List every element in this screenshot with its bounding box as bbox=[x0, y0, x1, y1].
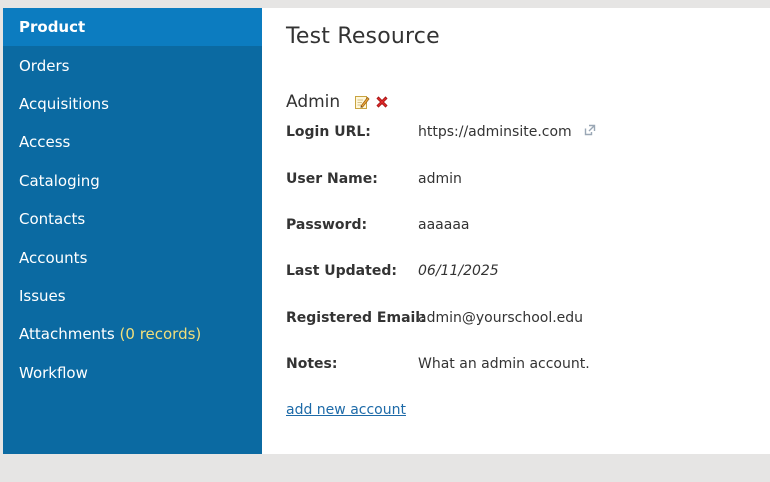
sidebar-item-label: Access bbox=[19, 133, 71, 151]
sidebar-item-attachments[interactable]: Attachments (0 records) bbox=[3, 315, 262, 353]
main-content: Test Resource Admin Login URL: https://a… bbox=[262, 8, 770, 454]
sidebar-item-contacts[interactable]: Contacts bbox=[3, 200, 262, 238]
app-frame: Product Orders Acquisitions Access Catal… bbox=[3, 8, 770, 454]
page-title: Test Resource bbox=[286, 24, 440, 49]
external-link-icon[interactable] bbox=[583, 122, 597, 136]
attachments-count-badge: (0 records) bbox=[119, 325, 202, 343]
password-label: Password: bbox=[286, 217, 368, 233]
sidebar-item-access[interactable]: Access bbox=[3, 123, 262, 161]
sidebar-item-label: Issues bbox=[19, 287, 66, 305]
notes-label: Notes: bbox=[286, 356, 338, 372]
sidebar-item-label: Accounts bbox=[19, 249, 88, 267]
delete-x-icon[interactable] bbox=[374, 94, 390, 110]
sidebar-item-acquisitions[interactable]: Acquisitions bbox=[3, 85, 262, 123]
login-url-value: https://adminsite.com bbox=[418, 124, 572, 140]
sidebar-item-orders[interactable]: Orders bbox=[3, 47, 262, 85]
account-section-header: Admin bbox=[286, 92, 390, 112]
last-updated-value: 06/11/2025 bbox=[418, 263, 499, 279]
user-name-value: admin bbox=[418, 171, 462, 187]
sidebar-item-label: Acquisitions bbox=[19, 95, 109, 113]
registered-email-value: admin@yourschool.edu bbox=[418, 310, 584, 326]
edit-pencil-icon[interactable] bbox=[354, 94, 370, 110]
sidebar-item-cataloging[interactable]: Cataloging bbox=[3, 162, 262, 200]
sidebar-item-product[interactable]: Product bbox=[3, 8, 262, 46]
sidebar-item-label: Orders bbox=[19, 57, 70, 75]
sidebar-item-issues[interactable]: Issues bbox=[3, 277, 262, 315]
user-name-label: User Name: bbox=[286, 171, 378, 187]
sidebar-nav: Product Orders Acquisitions Access Catal… bbox=[3, 8, 262, 454]
last-updated-label: Last Updated: bbox=[286, 263, 397, 279]
add-new-account-link[interactable]: add new account bbox=[286, 402, 406, 418]
sidebar-item-label: Attachments bbox=[19, 325, 115, 343]
sidebar-item-workflow[interactable]: Workflow bbox=[3, 354, 262, 392]
password-value: aaaaaa bbox=[418, 217, 470, 233]
sidebar-item-label: Cataloging bbox=[19, 172, 100, 190]
account-section-title: Admin bbox=[286, 92, 341, 112]
sidebar-item-accounts[interactable]: Accounts bbox=[3, 239, 262, 277]
sidebar-item-label: Product bbox=[19, 18, 86, 36]
sidebar-item-label: Workflow bbox=[19, 364, 88, 382]
login-url-label: Login URL: bbox=[286, 124, 371, 140]
registered-email-label: Registered Email: bbox=[286, 310, 426, 326]
sidebar-item-label: Contacts bbox=[19, 210, 86, 228]
notes-value: What an admin account. bbox=[418, 356, 590, 372]
